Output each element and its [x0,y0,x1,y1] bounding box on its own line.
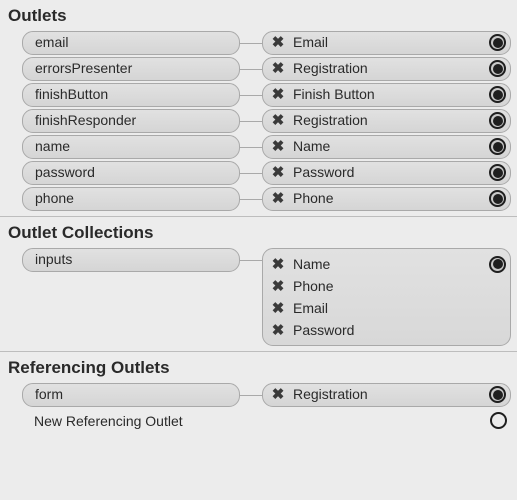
outlet-name[interactable]: finishResponder [22,109,240,133]
outlet-name[interactable]: finishButton [22,83,240,107]
outlet-name[interactable]: errorsPresenter [22,57,240,81]
collection-item: ✖ Name [271,253,506,275]
connector-line [240,84,262,106]
connector-line [240,188,262,210]
outlet-target-label: Finish Button [293,86,481,103]
referencing-outlets-header: Referencing Outlets [0,352,517,382]
outlet-target-pill[interactable]: ✖ Registration [262,109,511,133]
outlets-header: Outlets [0,0,517,30]
disconnect-icon[interactable]: ✖ [271,61,285,76]
collection-item-label: Password [293,321,506,339]
outlet-row: name ✖ Name [0,134,517,160]
outlet-target-pill[interactable]: ✖ Finish Button [262,83,511,107]
outlet-row: errorsPresenter ✖ Registration [0,56,517,82]
disconnect-icon[interactable]: ✖ [271,165,285,180]
connector-line [240,162,262,184]
outlets-section: Outlets email ✖ Email errorsPresenter ✖ … [0,0,517,217]
outlet-name[interactable]: name [22,135,240,159]
outlet-row: finishButton ✖ Finish Button [0,82,517,108]
outlet-collections-header: Outlet Collections [0,217,517,247]
connector-line [240,249,262,271]
outlet-collection-name[interactable]: inputs [22,248,240,272]
connection-port-icon[interactable] [489,60,506,77]
outlet-target-pill[interactable]: ✖ Name [262,135,511,159]
disconnect-icon[interactable]: ✖ [271,87,285,102]
connection-port-icon[interactable] [489,190,506,207]
connection-port-icon[interactable] [489,164,506,181]
disconnect-icon[interactable]: ✖ [271,35,285,50]
collection-item: ✖ Phone [271,275,506,297]
connection-port-icon[interactable] [489,112,506,129]
outlet-row: phone ✖ Phone [0,186,517,212]
outlet-collection-targets: ✖ Name ✖ Phone ✖ Email ✖ Password [262,248,511,346]
outlet-target: ✖ Finish Button [262,83,511,107]
connector-line [240,110,262,132]
connection-port-icon[interactable] [489,386,506,403]
referencing-outlet-target-label: Registration [293,386,481,403]
outlet-collection-row: inputs ✖ Name ✖ Phone ✖ Email ✖ [0,247,517,347]
disconnect-icon[interactable]: ✖ [271,387,285,402]
disconnect-icon[interactable]: ✖ [271,301,285,316]
disconnect-icon[interactable]: ✖ [271,257,285,272]
outlet-target-pill[interactable]: ✖ Email [262,31,511,55]
collection-item: ✖ Email [271,297,506,319]
outlet-target-pill[interactable]: ✖ Registration [262,57,511,81]
new-referencing-outlet-label: New Referencing Outlet [34,413,490,429]
outlet-target: ✖ Password [262,161,511,185]
new-referencing-outlet-row: New Referencing Outlet [0,408,517,433]
collection-item-label: Phone [293,277,506,295]
outlet-name[interactable]: phone [22,187,240,211]
outlet-target: ✖ Phone [262,187,511,211]
outlet-target-label: Name [293,138,481,155]
referencing-outlet-name[interactable]: form [22,383,240,407]
outlet-row: email ✖ Email [0,30,517,56]
referencing-outlets-section: Referencing Outlets form ✖ Registration … [0,352,517,437]
disconnect-icon[interactable]: ✖ [271,323,285,338]
disconnect-icon[interactable]: ✖ [271,113,285,128]
outlet-collections-section: Outlet Collections inputs ✖ Name ✖ Phone… [0,217,517,352]
disconnect-icon[interactable]: ✖ [271,279,285,294]
collection-item: ✖ Password [271,319,506,341]
connector-line [240,32,262,54]
outlet-target: ✖ Name [262,135,511,159]
disconnect-icon[interactable]: ✖ [271,191,285,206]
outlet-target-label: Registration [293,60,481,77]
outlet-name[interactable]: password [22,161,240,185]
outlet-target-label: Email [293,34,481,51]
connection-port-icon[interactable] [489,138,506,155]
referencing-outlet-row: form ✖ Registration [0,382,517,408]
outlet-collection-target-group[interactable]: ✖ Name ✖ Phone ✖ Email ✖ Password [262,248,511,346]
outlet-target-label: Phone [293,190,481,207]
outlet-target-pill[interactable]: ✖ Password [262,161,511,185]
outlet-row: finishResponder ✖ Registration [0,108,517,134]
disconnect-icon[interactable]: ✖ [271,139,285,154]
connection-port-icon[interactable] [490,412,507,429]
connector-line [240,384,262,406]
outlet-target-label: Password [293,164,481,181]
outlet-row: password ✖ Password [0,160,517,186]
outlet-target: ✖ Registration [262,57,511,81]
connector-line [240,58,262,80]
collection-item-label: Name [293,255,481,273]
outlet-target: ✖ Email [262,31,511,55]
connection-port-icon[interactable] [489,86,506,103]
outlet-target-pill[interactable]: ✖ Phone [262,187,511,211]
outlet-target-label: Registration [293,112,481,129]
collection-item-label: Email [293,299,506,317]
referencing-outlet-target-pill[interactable]: ✖ Registration [262,383,511,407]
outlet-target: ✖ Registration [262,109,511,133]
connector-line [240,136,262,158]
outlet-name[interactable]: email [22,31,240,55]
connection-port-icon[interactable] [489,34,506,51]
referencing-outlet-target: ✖ Registration [262,383,511,407]
connection-port-icon[interactable] [489,256,506,273]
